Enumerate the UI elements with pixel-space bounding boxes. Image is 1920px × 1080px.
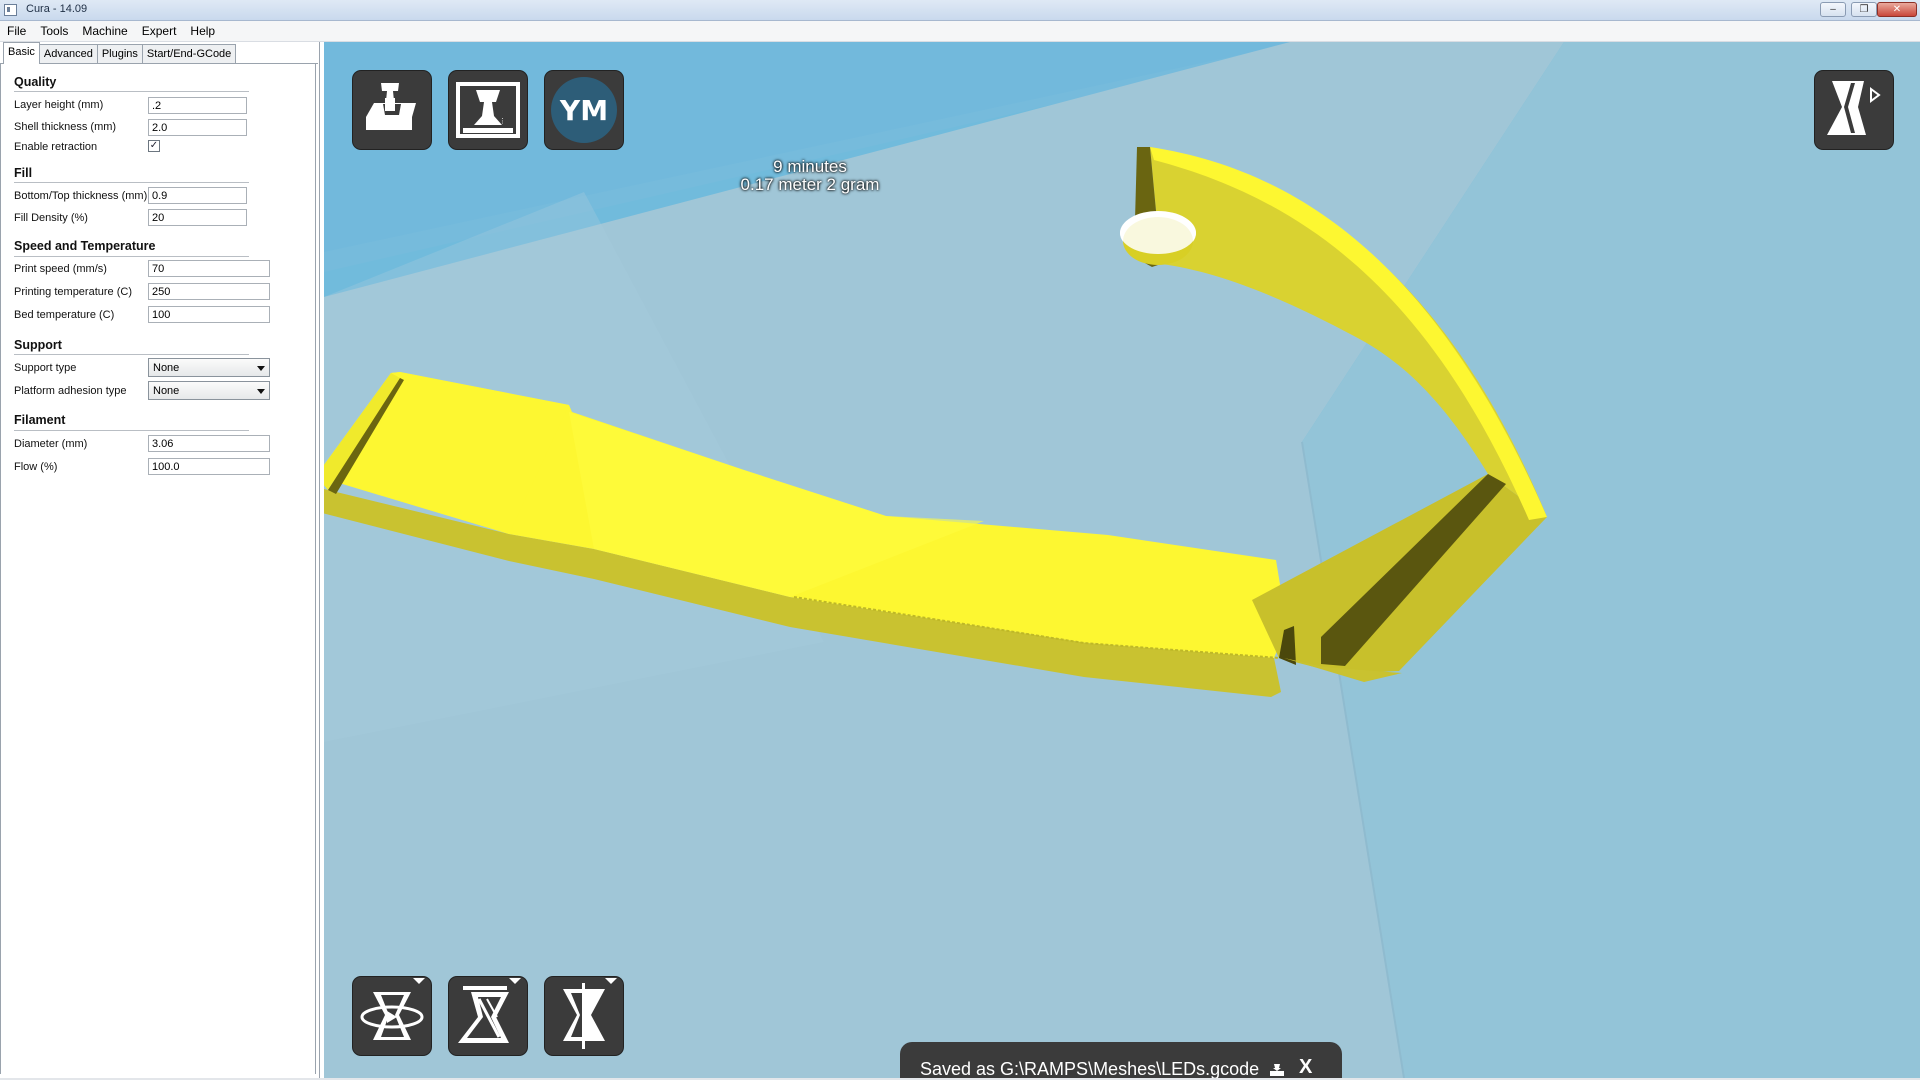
print-material: 0.17 meter 2 gram — [740, 175, 880, 194]
load-model-icon — [366, 83, 416, 130]
svg-text:YM: YM — [559, 94, 608, 127]
label-flow: Flow (%) — [14, 461, 58, 473]
settings-tabs: Basic Advanced Plugins Start/End-GCode — [3, 42, 237, 64]
platform-adhesion-select[interactable]: None — [148, 381, 270, 400]
youmagine-button[interactable]: YM — [545, 71, 623, 149]
diameter-input[interactable]: 3.06 — [148, 435, 270, 452]
label-bed-temperature: Bed temperature (C) — [14, 309, 115, 321]
flow-input[interactable]: 100.0 — [148, 458, 270, 475]
chevron-down-icon — [257, 366, 265, 371]
menu-expert[interactable]: Expert — [135, 21, 184, 41]
view-mode-button[interactable] — [1815, 71, 1893, 149]
scale-button[interactable] — [449, 977, 527, 1055]
close-icon[interactable]: X — [1299, 1056, 1312, 1078]
platform-adhesion-value: None — [153, 385, 180, 397]
settings-panel: Basic Advanced Plugins Start/End-GCode Q… — [0, 42, 320, 1080]
section-title-quality: Quality — [14, 75, 57, 89]
bottom-top-thickness-input[interactable]: 0.9 — [148, 187, 247, 204]
label-bottom-top-thickness: Bottom/Top thickness (mm) — [14, 190, 148, 202]
section-title-support: Support — [14, 338, 62, 352]
tab-start-end-gcode[interactable]: Start/End-GCode — [141, 44, 237, 64]
print-estimate: 9 minutes 0.17 meter 2 gram — [704, 158, 916, 194]
menu-bar: File Tools Machine Expert Help — [0, 21, 1920, 42]
mirror-button[interactable] — [545, 977, 623, 1055]
label-printing-temperature: Printing temperature (C) — [14, 286, 132, 298]
print-icon: ⋮ — [456, 82, 520, 138]
bed-temperature-input[interactable]: 100 — [148, 306, 270, 323]
restore-button[interactable]: ❐ — [1851, 2, 1877, 17]
section-title-speed: Speed and Temperature — [14, 239, 156, 253]
save-icon[interactable] — [1270, 1064, 1284, 1076]
rotate-icon — [360, 978, 425, 1040]
shell-thickness-input[interactable]: 2.0 — [148, 119, 247, 136]
enable-retraction-checkbox[interactable]: ✓ — [148, 140, 160, 152]
svg-text:⋮: ⋮ — [499, 117, 506, 125]
label-fill-density: Fill Density (%) — [14, 212, 88, 224]
view-mode-icon — [1827, 81, 1881, 135]
menu-machine[interactable]: Machine — [75, 21, 134, 41]
tab-plugins[interactable]: Plugins — [96, 44, 143, 64]
window-title: Cura - 14.09 — [26, 3, 88, 15]
3d-viewport[interactable]: ⋮ YM 9 minutes 0.17 meter 2 gram Saved a… — [324, 42, 1920, 1078]
label-support-type: Support type — [14, 362, 77, 374]
fill-density-input[interactable]: 20 — [148, 209, 247, 226]
label-platform-adhesion-type: Platform adhesion type — [14, 385, 127, 397]
label-print-speed: Print speed (mm/s) — [14, 263, 107, 275]
title-bar: Cura - 14.09 – ❐ ✕ — [0, 0, 1920, 21]
print-speed-input[interactable]: 70 — [148, 260, 270, 277]
close-button[interactable]: ✕ — [1877, 2, 1917, 17]
load-model-button[interactable] — [353, 71, 431, 149]
label-enable-retraction: Enable retraction — [14, 141, 98, 153]
tab-basic[interactable]: Basic — [3, 42, 40, 64]
chevron-down-icon — [257, 389, 265, 394]
minimize-button[interactable]: – — [1820, 2, 1846, 17]
support-type-value: None — [153, 362, 180, 374]
print-button[interactable]: ⋮ — [449, 71, 527, 149]
youmagine-icon: YM — [551, 77, 617, 143]
scale-icon — [458, 978, 521, 1043]
section-title-filament: Filament — [14, 413, 66, 427]
save-status-bar: Saved as G:\RAMPS\Meshes\LEDs.gcode X — [900, 1042, 1342, 1078]
rotate-button[interactable] — [353, 977, 431, 1055]
mirror-icon — [563, 978, 617, 1049]
tab-advanced[interactable]: Advanced — [38, 44, 98, 64]
section-title-fill: Fill — [14, 166, 33, 180]
app-icon — [4, 4, 17, 16]
menu-help[interactable]: Help — [183, 21, 222, 41]
menu-file[interactable]: File — [0, 21, 33, 41]
layer-height-input[interactable]: .2 — [148, 97, 247, 114]
menu-tools[interactable]: Tools — [33, 21, 75, 41]
printing-temperature-input[interactable]: 250 — [148, 283, 270, 300]
label-layer-height: Layer height (mm) — [14, 99, 104, 111]
support-type-select[interactable]: None — [148, 358, 270, 377]
scene-render[interactable] — [324, 42, 1920, 1078]
label-shell-thickness: Shell thickness (mm) — [14, 121, 117, 133]
status-message: Saved as G:\RAMPS\Meshes\LEDs.gcode — [920, 1059, 1260, 1078]
print-time: 9 minutes — [773, 157, 847, 176]
label-diameter: Diameter (mm) — [14, 438, 88, 450]
basic-settings: Quality Layer height (mm) .2 Shell thick… — [0, 64, 316, 1074]
